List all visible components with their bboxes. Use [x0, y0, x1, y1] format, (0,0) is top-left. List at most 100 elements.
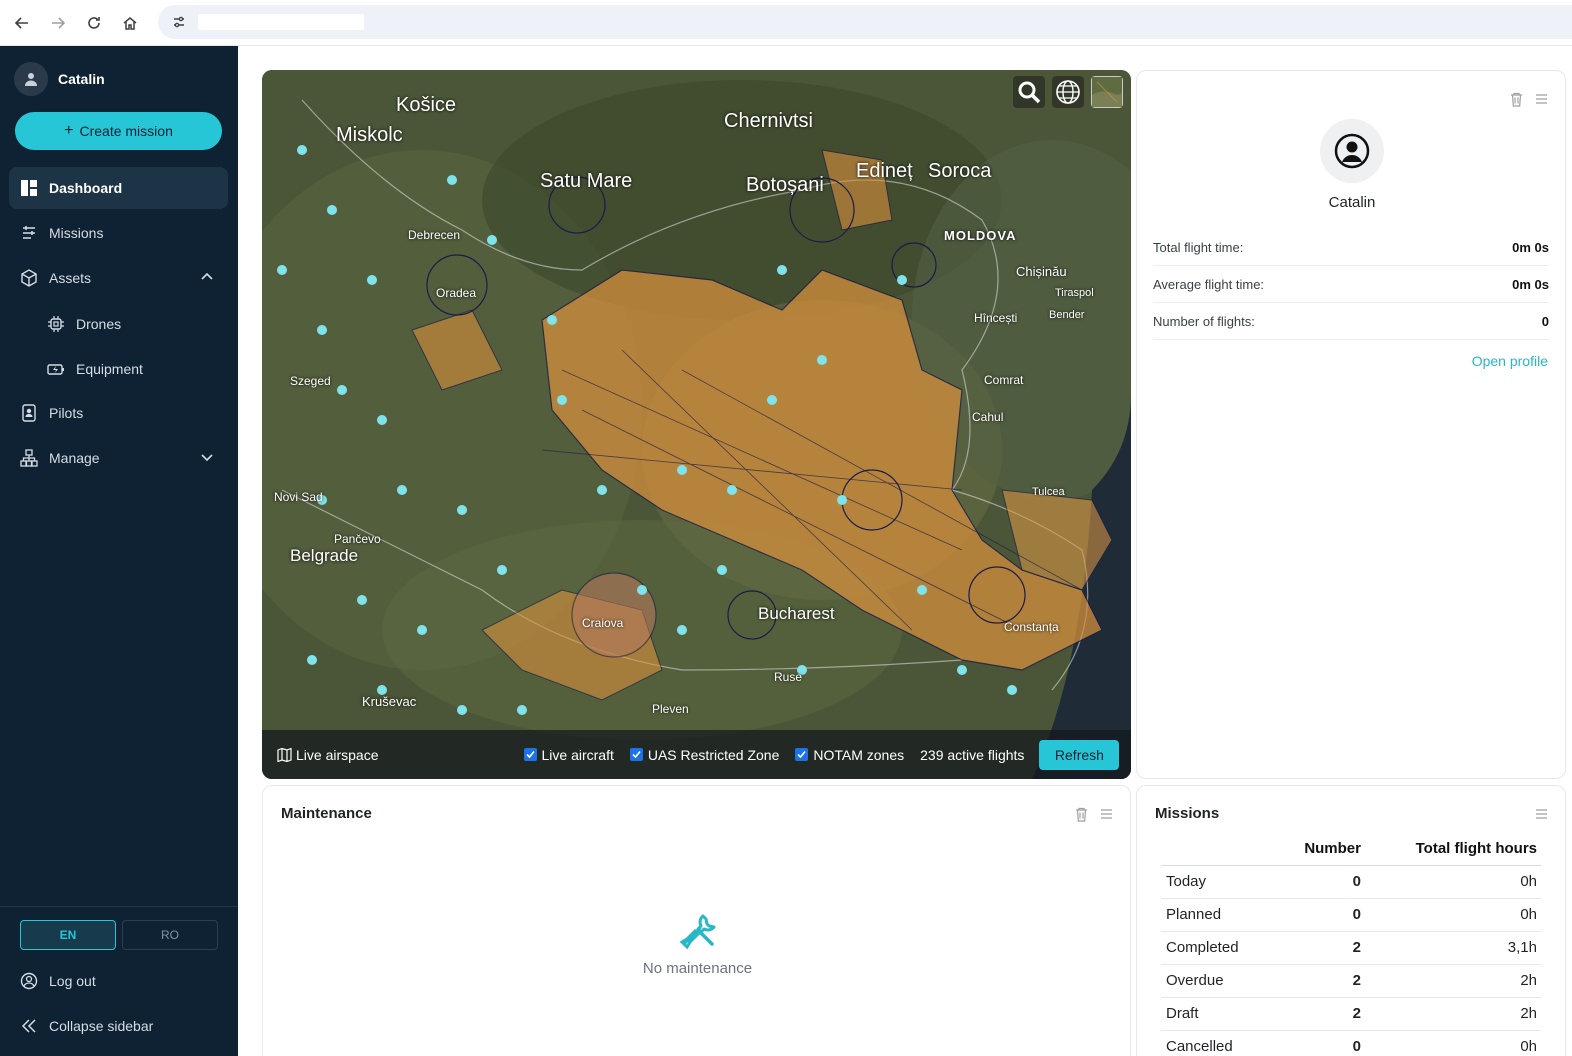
sidebar-item-assets[interactable]: Assets: [9, 257, 228, 299]
table-header-row: Number Total flight hours: [1161, 832, 1541, 866]
drag-handle-icon[interactable]: [1533, 806, 1549, 822]
profile-card: Catalin Total flight time: 0m 0s Average…: [1136, 70, 1566, 779]
card-actions: [1064, 806, 1114, 822]
row-hours: 2h: [1361, 964, 1541, 998]
missions-title: Missions: [1155, 805, 1220, 822]
lang-en-button[interactable]: EN: [20, 920, 116, 950]
id-badge-icon: [20, 404, 38, 422]
row-hours: 0h: [1361, 1030, 1541, 1056]
globe-icon: [1056, 80, 1080, 104]
map-layer-button[interactable]: [1091, 76, 1123, 108]
row-name: Today: [1161, 865, 1261, 899]
maintenance-empty-text: No maintenance: [642, 960, 753, 977]
sidebar-item-equipment[interactable]: Equipment: [36, 348, 228, 390]
stat-label: Total flight time:: [1153, 239, 1244, 255]
row-name: Planned: [1161, 898, 1261, 932]
trash-icon[interactable]: [1073, 806, 1089, 822]
row-name: Completed: [1161, 931, 1261, 965]
uas-zone-checkbox[interactable]: UAS Restricted Zone: [629, 747, 779, 763]
sidebar-item-drones[interactable]: Drones: [36, 303, 228, 345]
lang-ro-button[interactable]: RO: [122, 920, 218, 950]
maintenance-card: Maintenance No maintenance: [262, 785, 1131, 1056]
sidebar-item-label: Pilots: [49, 405, 84, 421]
row-name: Cancelled: [1161, 1030, 1261, 1056]
map-search-button[interactable]: [1013, 76, 1045, 108]
trash-icon[interactable]: [1508, 91, 1524, 107]
logout-label: Log out: [49, 973, 96, 989]
url-text[interactable]: [198, 14, 364, 30]
notam-zones-checkbox[interactable]: NOTAM zones: [795, 747, 904, 763]
forward-icon[interactable]: [40, 5, 76, 41]
live-aircraft-checkbox[interactable]: Live aircraft: [523, 746, 614, 763]
map-canvas[interactable]: [262, 70, 1131, 779]
profile-name: Catalin: [1328, 194, 1376, 211]
language-switcher: EN RO: [20, 920, 218, 950]
address-bar[interactable]: [158, 5, 1572, 39]
plus-icon: +: [64, 122, 74, 139]
active-flights-count: 239 active flights: [920, 746, 1025, 763]
live-airspace-toggle[interactable]: Live airspace: [277, 747, 379, 763]
column-header: Number: [1261, 832, 1361, 866]
create-mission-button[interactable]: + Create mission: [15, 112, 222, 150]
stat-total-flight-time: Total flight time: 0m 0s: [1153, 229, 1549, 266]
sidebar-item-label: Manage: [49, 450, 100, 466]
user-circle-icon: [1334, 133, 1370, 169]
user-icon: [14, 62, 48, 96]
notam-zones-label: NOTAM zones: [813, 746, 905, 763]
collapse-sidebar-button[interactable]: Collapse sidebar: [20, 1017, 153, 1035]
refresh-button[interactable]: Refresh: [1039, 739, 1120, 770]
drag-handle-icon[interactable]: [1098, 806, 1114, 822]
row-name: Overdue: [1161, 964, 1261, 998]
card-actions: [1524, 806, 1549, 822]
drag-handle-icon[interactable]: [1533, 91, 1549, 107]
sidebar-item-label: Assets: [49, 270, 92, 286]
sidebar-divider: [0, 906, 238, 907]
search-icon: [1018, 81, 1041, 104]
row-number: 0: [1261, 898, 1361, 932]
sidebar: Catalin + Create mission Dashboard Missi…: [0, 46, 238, 1056]
sidebar-user-name: Catalin: [58, 71, 105, 87]
sidebar-item-pilots[interactable]: Pilots: [9, 392, 228, 434]
row-number: 2: [1261, 964, 1361, 998]
site-info-icon[interactable]: [166, 9, 192, 35]
checkbox-checked-icon: [795, 748, 809, 761]
chevron-up-icon[interactable]: [200, 270, 214, 284]
table-row: Planned 0 0h: [1161, 898, 1541, 932]
map-layer-bar: Live airspace Live aircraft UAS Restrict…: [262, 730, 1131, 779]
checkbox-checked-icon: [523, 748, 537, 761]
double-chevron-left-icon: [20, 1017, 38, 1035]
sidebar-item-manage[interactable]: Manage: [9, 437, 228, 479]
live-aircraft-label: Live aircraft: [541, 746, 614, 763]
stat-value: 0m 0s: [1512, 239, 1549, 255]
maintenance-empty-state: No maintenance: [263, 910, 1132, 977]
sidebar-user[interactable]: Catalin: [14, 62, 105, 96]
sidebar-item-label: Dashboard: [49, 180, 123, 196]
live-map[interactable]: Košice Miskolc Chernivtsi Satu Mare Boto…: [262, 70, 1131, 779]
table-row: Draft 2 2h: [1161, 997, 1541, 1031]
tools-icon: [679, 914, 715, 950]
sidebar-item-label: Missions: [49, 225, 104, 241]
table-row: Completed 2 3,1h: [1161, 931, 1541, 965]
home-icon[interactable]: [112, 5, 148, 41]
reload-icon[interactable]: [76, 5, 112, 41]
chip-icon: [47, 315, 65, 333]
open-profile-link[interactable]: Open profile: [1472, 353, 1548, 369]
map-globe-button[interactable]: [1052, 76, 1084, 108]
sidebar-item-missions[interactable]: Missions: [9, 212, 228, 254]
chevron-down-icon[interactable]: [200, 450, 214, 464]
battery-icon: [47, 360, 65, 378]
row-number: 2: [1261, 931, 1361, 965]
live-airspace-label: Live airspace: [296, 746, 379, 763]
logout-button[interactable]: Log out: [20, 972, 96, 990]
stat-label: Number of flights:: [1153, 313, 1255, 329]
sidebar-item-label: Drones: [76, 316, 122, 332]
stat-average-flight-time: Average flight time: 0m 0s: [1153, 266, 1549, 303]
map-tools: [1006, 76, 1123, 108]
back-icon[interactable]: [4, 5, 40, 41]
row-hours: 0h: [1361, 898, 1541, 932]
satellite-thumbnail-icon: [1092, 77, 1122, 107]
stat-value: 0m 0s: [1512, 276, 1549, 292]
network-icon: [20, 449, 38, 467]
sidebar-item-dashboard[interactable]: Dashboard: [9, 167, 228, 209]
table-row: Today 0 0h: [1161, 865, 1541, 899]
